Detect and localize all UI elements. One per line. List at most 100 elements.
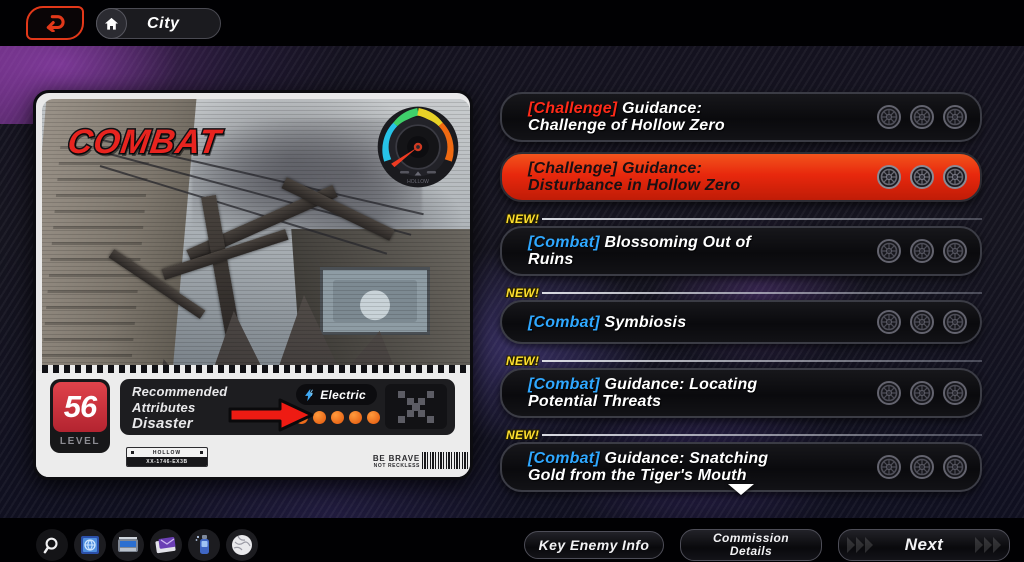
new-badge: NEW!	[506, 286, 982, 300]
difficulty-dot	[313, 411, 326, 424]
dock-item-search[interactable]	[36, 529, 68, 561]
new-badge-label: NEW!	[506, 354, 540, 368]
mission-tag: [Combat]	[528, 450, 600, 467]
quick-access-dock	[36, 529, 258, 561]
hollow-id-tag: HOLLOW XX-1746-EX3B	[126, 447, 208, 467]
mission-tag: [Challenge]	[528, 160, 618, 177]
mission-title: [Challenge] Guidance: Disturbance in Hol…	[528, 160, 740, 194]
mission-rewards	[876, 164, 968, 190]
mission-row[interactable]: [Combat] Blossoming Out of Ruins	[500, 226, 982, 276]
search-icon	[43, 537, 58, 553]
medal-icon	[877, 381, 901, 405]
home-button[interactable]	[96, 8, 127, 39]
dock-item-mail[interactable]	[150, 529, 182, 561]
mission-list: [Challenge] Guidance: Challenge of Hollo…	[500, 92, 1000, 502]
medal-icon	[910, 310, 934, 334]
medal-icon	[910, 165, 934, 189]
spray-can-icon	[195, 535, 209, 554]
qr-code-icon	[385, 384, 447, 429]
mission-item[interactable]: [Challenge] Guidance: Challenge of Hollo…	[500, 92, 982, 142]
medal-icon	[910, 381, 934, 405]
next-chevrons-right	[975, 530, 1001, 560]
mission-title: [Combat] Guidance: Locating Potential Th…	[528, 376, 757, 410]
recommended-label-line1: Recommended	[132, 384, 228, 399]
new-badge: NEW!	[506, 428, 982, 442]
barcode-icon	[422, 452, 468, 469]
mail-icon	[155, 536, 176, 554]
mission-title-line1: Guidance:	[617, 100, 703, 117]
mission-item[interactable]: NEW! [Combat] Blossoming Out of Ruins	[500, 212, 982, 276]
next-label: Next	[904, 535, 944, 554]
key-enemy-info-label: Key Enemy Info	[538, 537, 650, 553]
mission-tag: [Challenge]	[528, 100, 618, 117]
new-badge-line	[542, 292, 982, 294]
game-screen: City COMBAT HOLLOW 56 LEVEL Recommended …	[0, 0, 1024, 562]
mission-title-line2: Ruins	[528, 251, 574, 268]
mission-rewards	[876, 380, 968, 406]
medal-icon	[910, 455, 934, 479]
mission-title-line2: Gold from the Tiger's Mouth	[528, 467, 747, 484]
recommended-label-line2: Attributes	[132, 400, 196, 415]
new-badge-line	[542, 434, 982, 436]
medal-icon	[877, 455, 901, 479]
key-enemy-info-button[interactable]: Key Enemy Info	[524, 531, 664, 559]
commission-details-button[interactable]: Commission Details	[680, 529, 822, 561]
mission-row[interactable]: [Combat] Symbiosis	[500, 300, 982, 344]
red-arrow-pointer-icon	[228, 398, 314, 432]
difficulty-dot	[331, 411, 344, 424]
mission-title-line2: Disturbance in Hollow Zero	[528, 177, 741, 194]
mission-row[interactable]: [Challenge] Guidance: Challenge of Hollo…	[500, 92, 982, 142]
mission-title-line1: Blossoming Out of	[599, 234, 751, 251]
home-icon	[104, 17, 119, 30]
mission-tag: [Combat]	[528, 376, 600, 393]
mission-tag: [Combat]	[528, 313, 600, 331]
mission-title-line1: Guidance: Snatching	[599, 450, 769, 467]
new-badge-line	[542, 218, 982, 220]
medal-icon	[943, 105, 967, 129]
new-badge: NEW!	[506, 212, 982, 226]
mission-title: [Challenge] Guidance: Challenge of Hollo…	[528, 100, 725, 134]
next-button[interactable]: Next	[838, 529, 1010, 561]
medal-icon	[877, 239, 901, 263]
hollow-tag-title: HOLLOW	[127, 448, 207, 457]
dock-item-spray-can[interactable]	[188, 529, 220, 561]
mission-row[interactable]: [Combat] Guidance: Locating Potential Th…	[500, 368, 982, 418]
mission-rewards	[876, 309, 968, 335]
element-name: Electric	[320, 387, 366, 402]
new-badge-label: NEW!	[506, 428, 540, 442]
mission-title-line2: Potential Threats	[528, 393, 662, 410]
mission-item[interactable]: NEW! [Combat] Symbiosis	[500, 286, 982, 344]
mission-row-selected[interactable]: [Challenge] Guidance: Disturbance in Hol…	[500, 152, 982, 202]
slogan: BE BRAVE NOT RECKLESS	[373, 454, 420, 469]
medal-icon	[910, 239, 934, 263]
chevron-down-icon[interactable]	[728, 484, 754, 495]
hollow-tag-code: XX-1746-EX3B	[127, 457, 207, 466]
dock-item-encyclopedia[interactable]	[74, 529, 106, 561]
medal-icon	[910, 105, 934, 129]
breadcrumb-label: City	[147, 14, 180, 32]
mission-tag: [Combat]	[528, 234, 600, 251]
mission-item[interactable]: NEW! [Combat] Guidance: Snatching Gold f…	[500, 428, 982, 492]
mission-rewards	[876, 454, 968, 480]
medal-icon	[877, 310, 901, 334]
difficulty-gauge-icon: HOLLOW	[377, 106, 459, 188]
svg-text:HOLLOW: HOLLOW	[407, 179, 429, 185]
mission-title: [Combat] Blossoming Out of Ruins	[528, 234, 751, 268]
medal-icon	[943, 381, 967, 405]
mission-title-line1: Guidance:	[617, 160, 703, 177]
breadcrumb[interactable]: City	[96, 8, 221, 39]
difficulty-dot	[349, 411, 362, 424]
medal-icon	[943, 239, 967, 263]
back-button[interactable]	[26, 6, 84, 40]
mission-item[interactable]: [Challenge] Guidance: Disturbance in Hol…	[500, 152, 982, 202]
dock-item-sphere[interactable]	[226, 529, 258, 561]
new-badge: NEW!	[506, 354, 982, 368]
slogan-line2: NOT RECKLESS	[373, 463, 420, 469]
level-badge: 56 LEVEL	[50, 379, 110, 453]
dock-item-device[interactable]	[112, 529, 144, 561]
perforation-divider	[42, 365, 470, 373]
mission-item[interactable]: NEW! [Combat] Guidance: Locating Potenti…	[500, 354, 982, 418]
mission-title: [Combat] Guidance: Snatching Gold from t…	[528, 450, 768, 484]
encyclopedia-icon	[81, 536, 99, 554]
mission-title: [Combat] Symbiosis	[528, 314, 686, 331]
